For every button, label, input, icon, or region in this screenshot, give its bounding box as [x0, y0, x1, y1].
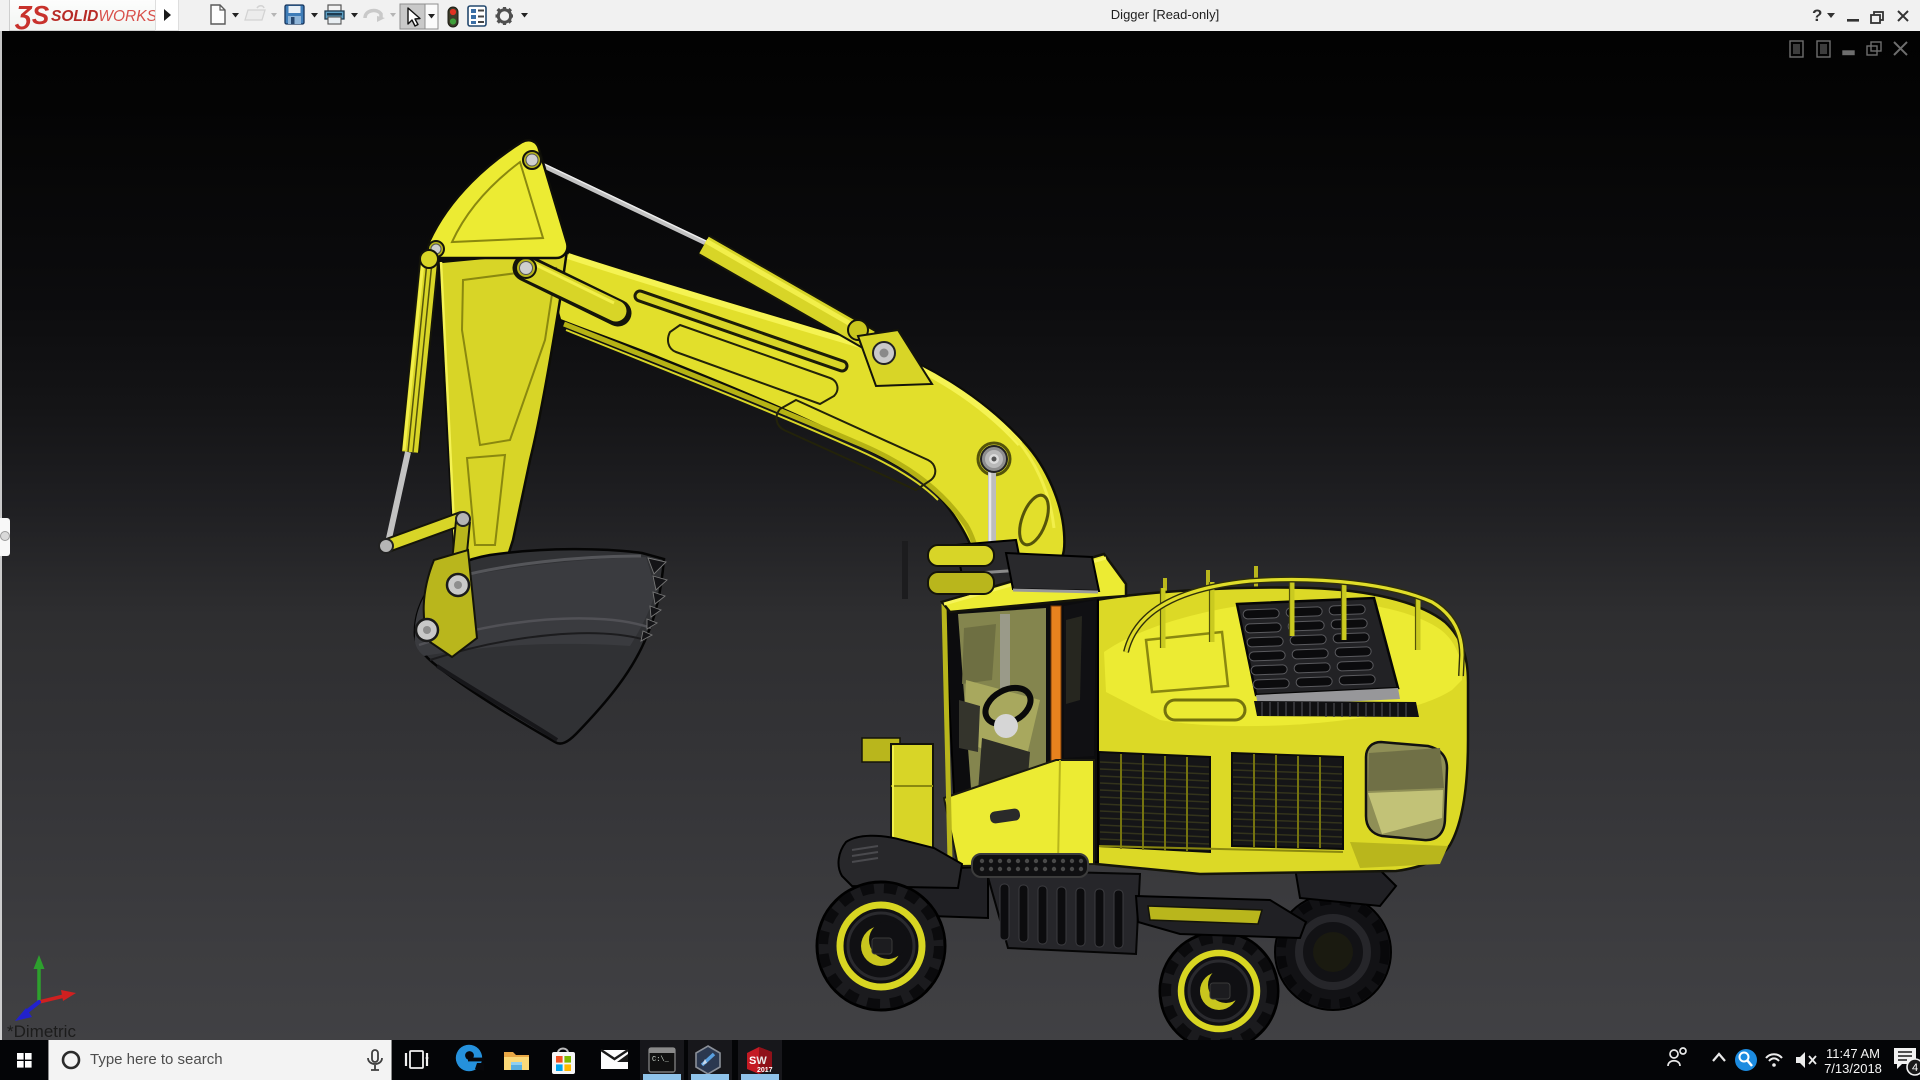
svg-text:SW: SW: [749, 1055, 767, 1067]
svg-text:C:\_: C:\_: [652, 1056, 670, 1064]
svg-text:2017: 2017: [757, 1067, 773, 1074]
svg-text:11:47 AM: 11:47 AM: [1826, 1046, 1880, 1061]
svg-text:?: ?: [1812, 6, 1822, 25]
svg-text:4: 4: [1912, 1062, 1918, 1074]
svg-text:7/13/2018: 7/13/2018: [1824, 1061, 1882, 1076]
